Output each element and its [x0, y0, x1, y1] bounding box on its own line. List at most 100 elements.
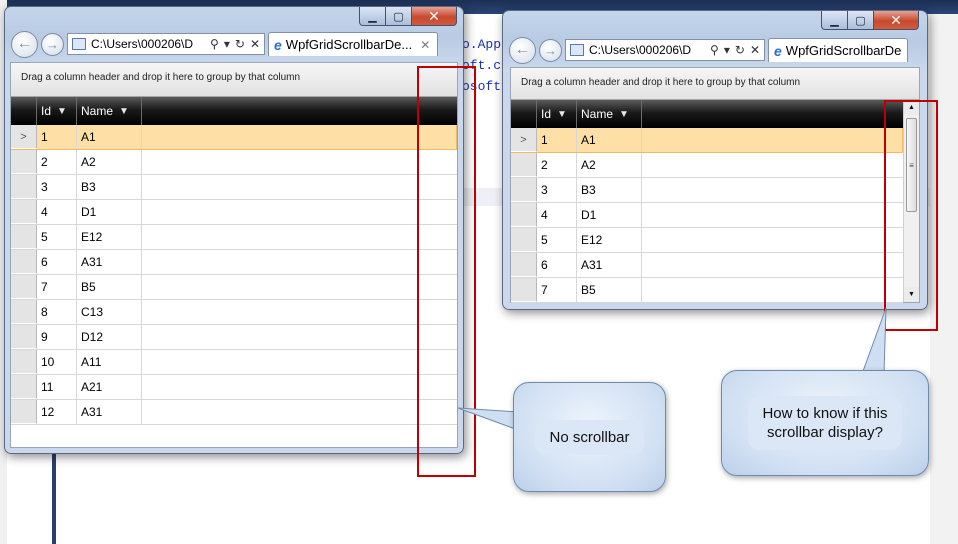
cell-name[interactable]: A31: [77, 400, 142, 424]
maximize-button[interactable]: ▢: [848, 11, 874, 30]
table-row[interactable]: 3 B3: [511, 178, 903, 203]
filter-funnel-icon[interactable]: ▼: [57, 106, 67, 117]
cell-name[interactable]: A2: [577, 153, 642, 177]
row-selector[interactable]: [511, 228, 537, 252]
table-row[interactable]: 2 A2: [511, 153, 903, 178]
minimize-button[interactable]: ▁: [821, 11, 848, 30]
row-selector[interactable]: [11, 300, 37, 324]
browser-tab[interactable]: e WpfGridScrollbarDe: [768, 38, 908, 62]
cell-name[interactable]: B5: [77, 275, 142, 299]
cell-id[interactable]: 6: [37, 250, 77, 274]
close-button[interactable]: ✕: [874, 11, 919, 30]
cell-id[interactable]: 7: [537, 278, 577, 302]
forward-arrow-icon[interactable]: →: [41, 32, 64, 56]
stop-icon[interactable]: ✕: [250, 37, 260, 51]
table-row[interactable]: 5 E12: [11, 225, 457, 250]
cell-id[interactable]: 2: [37, 150, 77, 174]
row-selector[interactable]: [11, 250, 37, 274]
forward-arrow-icon[interactable]: →: [539, 38, 562, 62]
cell-name[interactable]: B3: [77, 175, 142, 199]
table-row[interactable]: 4 D1: [511, 203, 903, 228]
table-row[interactable]: 7 B5: [11, 275, 457, 300]
cell-id[interactable]: 10: [37, 350, 77, 374]
row-selector[interactable]: [11, 275, 37, 299]
cell-id[interactable]: 8: [37, 300, 77, 324]
back-arrow-icon[interactable]: ←: [11, 30, 38, 58]
refresh-icon[interactable]: ↻: [735, 43, 745, 57]
table-row[interactable]: 5 E12: [511, 228, 903, 253]
cell-id[interactable]: 3: [37, 175, 77, 199]
address-bar[interactable]: C:\Users\000206\D ⚲ ▾ ↻ ✕: [67, 33, 265, 55]
table-row[interactable]: 6 A31: [511, 253, 903, 278]
table-row[interactable]: 12 A31: [11, 400, 457, 425]
column-header-name[interactable]: Name ▼: [77, 97, 142, 125]
search-icon[interactable]: ⚲: [210, 37, 219, 51]
table-row[interactable]: 7 B5: [511, 278, 903, 303]
table-row[interactable]: >1 A1: [511, 128, 903, 153]
table-row[interactable]: 11 A21: [11, 375, 457, 400]
cell-id[interactable]: 9: [37, 325, 77, 349]
cell-id[interactable]: 3: [537, 178, 577, 202]
filter-funnel-icon[interactable]: ▼: [619, 109, 629, 120]
column-header-name[interactable]: Name ▼: [577, 100, 642, 128]
row-selector[interactable]: [11, 400, 37, 424]
minimize-button[interactable]: ▁: [359, 7, 386, 26]
row-selector[interactable]: [11, 150, 37, 174]
table-row[interactable]: 9 D12: [11, 325, 457, 350]
address-bar[interactable]: C:\Users\000206\D ⚲ ▾ ↻ ✕: [565, 39, 765, 61]
table-row[interactable]: 2 A2: [11, 150, 457, 175]
cell-name[interactable]: D1: [77, 200, 142, 224]
dropdown-arrow-icon[interactable]: ▾: [224, 37, 230, 51]
table-row[interactable]: 8 C13: [11, 300, 457, 325]
row-selector[interactable]: [511, 178, 537, 202]
tab-close-icon[interactable]: ✕: [420, 38, 430, 52]
cell-name[interactable]: B5: [577, 278, 642, 302]
browser-tab[interactable]: e WpfGridScrollbarDe... ✕: [268, 32, 438, 56]
cell-id[interactable]: 5: [537, 228, 577, 252]
cell-name[interactable]: C13: [77, 300, 142, 324]
column-header-id[interactable]: Id ▼: [37, 97, 77, 125]
cell-id[interactable]: 6: [537, 253, 577, 277]
row-selector[interactable]: [11, 375, 37, 399]
table-row[interactable]: >1 A1: [11, 125, 457, 150]
row-selector[interactable]: [11, 175, 37, 199]
cell-name[interactable]: D12: [77, 325, 142, 349]
close-button[interactable]: ✕: [412, 7, 457, 26]
cell-id[interactable]: 5: [37, 225, 77, 249]
table-row[interactable]: 3 B3: [11, 175, 457, 200]
cell-id[interactable]: 7: [37, 275, 77, 299]
cell-id[interactable]: 1: [37, 125, 77, 149]
cell-name[interactable]: A11: [77, 350, 142, 374]
cell-name[interactable]: A31: [577, 253, 642, 277]
cell-id[interactable]: 2: [537, 153, 577, 177]
search-icon[interactable]: ⚲: [710, 43, 719, 57]
row-selector[interactable]: [511, 253, 537, 277]
cell-name[interactable]: A1: [577, 128, 642, 152]
table-row[interactable]: 10 A11: [11, 350, 457, 375]
table-row[interactable]: 4 D1: [11, 200, 457, 225]
cell-id[interactable]: 4: [37, 200, 77, 224]
row-selector[interactable]: >: [11, 125, 37, 149]
row-selector[interactable]: [511, 278, 537, 302]
group-panel[interactable]: Drag a column header and drop it here to…: [511, 68, 919, 100]
group-panel[interactable]: Drag a column header and drop it here to…: [11, 63, 457, 97]
filter-funnel-icon[interactable]: ▼: [557, 109, 567, 120]
row-selector[interactable]: [511, 203, 537, 227]
cell-name[interactable]: A2: [77, 150, 142, 174]
cell-name[interactable]: A1: [77, 125, 142, 149]
row-selector[interactable]: [11, 200, 37, 224]
table-row[interactable]: 6 A31: [11, 250, 457, 275]
row-selector[interactable]: [11, 350, 37, 374]
stop-icon[interactable]: ✕: [750, 43, 760, 57]
row-selector[interactable]: [11, 225, 37, 249]
row-selector[interactable]: >: [511, 128, 537, 152]
maximize-button[interactable]: ▢: [386, 7, 412, 26]
row-selector[interactable]: [511, 153, 537, 177]
cell-id[interactable]: 1: [537, 128, 577, 152]
column-header-id[interactable]: Id ▼: [537, 100, 577, 128]
cell-id[interactable]: 4: [537, 203, 577, 227]
cell-name[interactable]: E12: [77, 225, 142, 249]
row-selector[interactable]: [11, 325, 37, 349]
cell-name[interactable]: E12: [577, 228, 642, 252]
refresh-icon[interactable]: ↻: [235, 37, 245, 51]
